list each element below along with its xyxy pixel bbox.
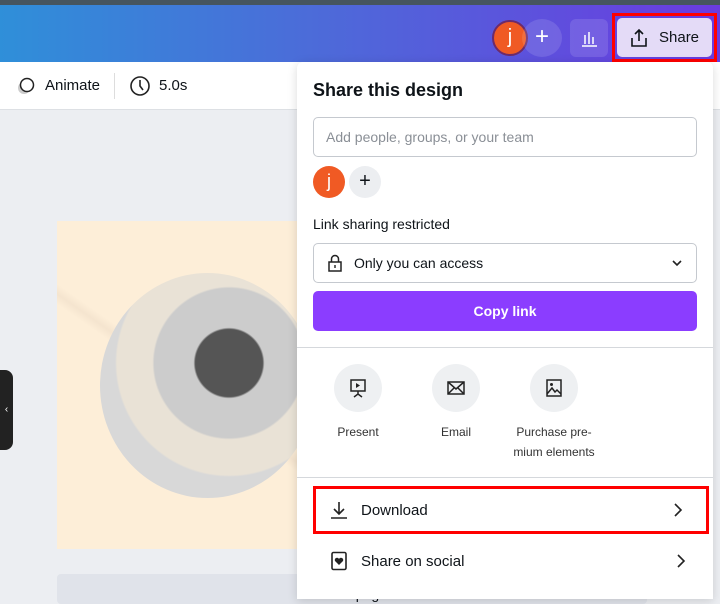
animate-icon (18, 77, 35, 94)
add-collaborator-button[interactable]: + (522, 19, 562, 57)
divider (297, 477, 713, 478)
bar-chart-icon (582, 32, 597, 47)
share-on-social-label: Share on social (361, 552, 465, 570)
share-button[interactable]: Share (617, 18, 712, 57)
add-people-input[interactable]: Add people, groups, or your team (313, 117, 697, 157)
lock-icon (328, 254, 342, 272)
download-icon (331, 502, 347, 519)
chevron-down-icon (672, 260, 682, 267)
duration-button[interactable]: 5.0s (129, 75, 187, 97)
share-label: Share (659, 29, 700, 46)
download-row[interactable]: Download (313, 486, 709, 534)
image-icon (530, 364, 578, 412)
share-panel: Share this design Add people, groups, or… (297, 62, 713, 599)
email-option[interactable]: Email (406, 364, 506, 442)
animate-button[interactable]: Animate (15, 75, 100, 97)
envelope-icon (432, 364, 480, 412)
social-heart-icon (331, 551, 347, 571)
download-label: Download (361, 501, 428, 519)
present-label: Present (337, 425, 379, 439)
panel-title: Share this design (313, 80, 464, 100)
purchase-premium-option[interactable]: Purchase pre-mium elements (504, 364, 604, 462)
share-on-social-row[interactable]: Share on social (313, 537, 709, 585)
editor-header: j + Share (0, 5, 720, 62)
animate-label: Animate (45, 77, 101, 94)
laptop-photo[interactable] (100, 273, 315, 498)
presentation-icon (334, 364, 382, 412)
divider (297, 347, 713, 348)
clock-icon (130, 75, 150, 96)
design-canvas[interactable] (57, 221, 317, 549)
copy-link-button[interactable]: Copy link (313, 291, 697, 331)
link-sharing-label: Link sharing restricted (313, 216, 450, 232)
access-value: Only you can access (354, 255, 484, 271)
upload-icon (631, 28, 647, 47)
access-select[interactable]: Only you can access (313, 243, 697, 283)
share-button-highlight[interactable]: Share (612, 13, 717, 62)
purchase-premium-label: Purchase pre-mium elements (513, 425, 595, 459)
duration-label: 5.0s (159, 77, 188, 94)
collaborator-avatar[interactable]: j (313, 166, 345, 198)
collapse-panel-handle[interactable]: ‹ (0, 370, 13, 450)
email-label: Email (440, 425, 471, 439)
add-collaborator-small-button[interactable]: + (349, 166, 381, 198)
insights-button[interactable] (570, 19, 608, 57)
present-option[interactable]: Present (308, 364, 408, 442)
chevron-right-icon (674, 503, 683, 517)
chevron-right-icon (677, 554, 686, 568)
divider (114, 72, 116, 99)
